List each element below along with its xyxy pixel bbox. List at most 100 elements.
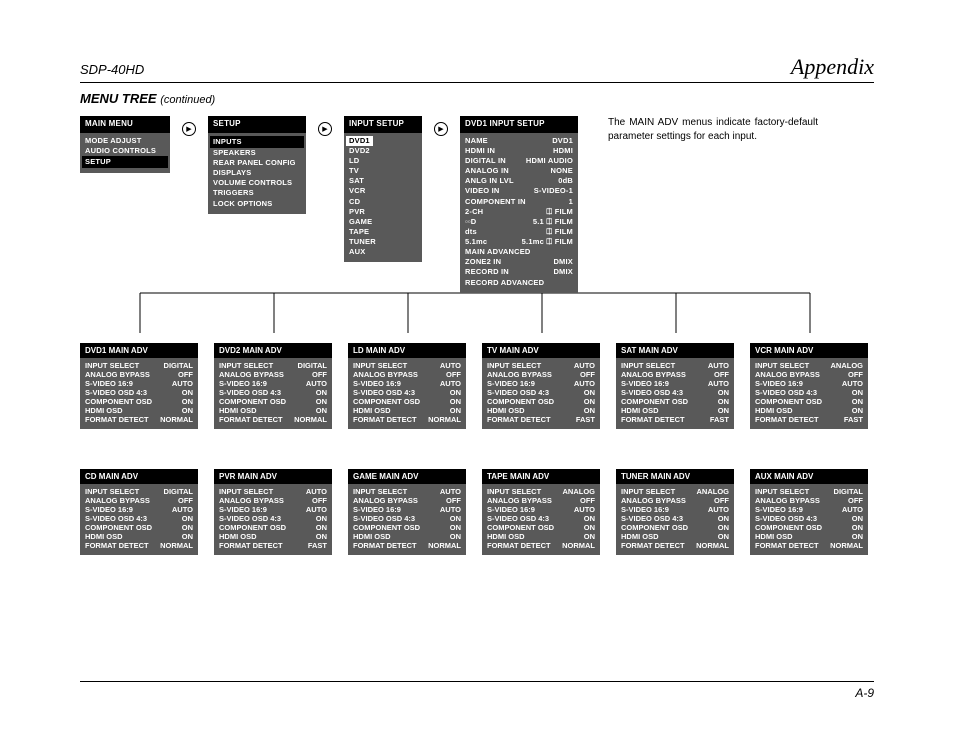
adv-value: FAST [844,415,863,424]
adv-key: S-VIDEO OSD 4:3 [755,388,817,397]
setup-row: VIDEO INS-VIDEO-1 [465,186,573,196]
adv-value: ON [852,514,863,523]
adv-value: ON [450,514,461,523]
input-setup-heading: INPUT SETUP [344,116,422,133]
adv-key: HDMI OSD [755,532,793,541]
adv-key: HDMI OSD [219,406,257,415]
menu-item: SAT [349,176,417,186]
adv-key: S-VIDEO OSD 4:3 [755,514,817,523]
page-footer: A-9 [80,681,874,700]
setup-key: ZONE2 IN [465,257,501,267]
setup-key: COMPONENT IN [465,197,526,207]
setup-key: ANLG IN LVL [465,176,514,186]
adv-key: INPUT SELECT [621,361,675,370]
adv-value: ON [852,523,863,532]
adv-key: FORMAT DETECT [755,415,819,424]
adv-key: INPUT SELECT [353,487,407,496]
adv-value: OFF [312,370,327,379]
adv-row: FORMAT DETECTFAST [219,541,327,550]
adv-value: NORMAL [428,415,461,424]
main-adv-box: TV MAIN ADVINPUT SELECTAUTOANALOG BYPASS… [482,343,600,429]
setup-value: 5.1 ⎅ FILM [533,217,573,227]
main-adv-heading: GAME MAIN ADV [348,469,466,484]
page-header: SDP-40HD Appendix [80,54,874,83]
adv-value: NORMAL [830,541,863,550]
menu-item: TV [349,166,417,176]
adv-key: ANALOG BYPASS [353,496,418,505]
adv-value: DIGITAL [298,361,327,370]
adv-value: DIGITAL [834,487,863,496]
menu-item: VOLUME CONTROLS [213,178,301,188]
main-adv-body: INPUT SELECTDIGITALANALOG BYPASSOFFS-VID… [214,358,332,429]
adv-key: S-VIDEO OSD 4:3 [85,514,147,523]
adv-row: ANALOG BYPASSOFF [621,370,729,379]
adv-key: INPUT SELECT [85,361,139,370]
adv-key: S-VIDEO OSD 4:3 [219,514,281,523]
adv-row: COMPONENT OSDON [85,397,193,406]
adv-row: HDMI OSDON [487,532,595,541]
arrow-icon [318,122,332,136]
adv-key: ANALOG BYPASS [487,496,552,505]
main-adv-box: GAME MAIN ADVINPUT SELECTAUTOANALOG BYPA… [348,469,466,555]
main-adv-box: TUNER MAIN ADVINPUT SELECTANALOGANALOG B… [616,469,734,555]
title-main: MENU TREE [80,91,157,106]
adv-row: FORMAT DETECTNORMAL [85,415,193,424]
adv-key: INPUT SELECT [219,361,273,370]
main-adv-body: INPUT SELECTANALOGANALOG BYPASSOFFS-VIDE… [482,484,600,555]
adv-key: INPUT SELECT [487,487,541,496]
adv-row: ANALOG BYPASSOFF [219,496,327,505]
setup-key: 5.1mc [465,237,487,247]
setup-key: MAIN ADVANCED [465,247,531,257]
adv-row: ANALOG BYPASSOFF [487,496,595,505]
adv-value: OFF [848,496,863,505]
setup-row: dts⎅ FILM [465,227,573,237]
main-adv-body: INPUT SELECTDIGITALANALOG BYPASSOFFS-VID… [750,484,868,555]
adv-row: FORMAT DETECTNORMAL [487,541,595,550]
adv-key: ANALOG BYPASS [85,370,150,379]
menu-item: TUNER [349,237,417,247]
adv-key: FORMAT DETECT [353,415,417,424]
adv-value: OFF [178,370,193,379]
main-adv-heading: CD MAIN ADV [80,469,198,484]
adv-value: AUTO [708,379,729,388]
adv-row: COMPONENT OSDON [755,397,863,406]
main-adv-body: INPUT SELECTDIGITALANALOG BYPASSOFFS-VID… [80,484,198,555]
adv-row: FORMAT DETECTNORMAL [621,541,729,550]
adv-key: FORMAT DETECT [621,415,685,424]
adv-key: INPUT SELECT [755,361,809,370]
main-adv-body: INPUT SELECTAUTOANALOG BYPASSOFFS-VIDEO … [348,358,466,429]
adv-key: ANALOG BYPASS [755,496,820,505]
input-setup-body: DVD1 DVD2 LD TV SAT VCR CD PVR GAME TAPE… [344,133,422,263]
adv-row: FORMAT DETECTNORMAL [755,541,863,550]
menu-item-selected: INPUTS [210,136,304,148]
setup-row: RECORD ADVANCED [465,278,573,288]
adv-row: S-VIDEO OSD 4:3ON [353,514,461,523]
adv-row: S-VIDEO OSD 4:3ON [219,388,327,397]
page-title: MENU TREE (continued) [80,91,874,106]
arrow-icon [434,122,448,136]
adv-row: FORMAT DETECT NORMAL [353,415,461,424]
main-adv-body: INPUT SELECTAUTOANALOG BYPASSOFFS-VIDEO … [482,358,600,429]
setup-row: ▫▫D5.1 ⎅ FILM [465,217,573,227]
adv-value: ON [718,388,729,397]
adv-value: AUTO [172,379,193,388]
adv-row: S-VIDEO 16:9AUTO [219,505,327,514]
adv-key: FORMAT DETECT [621,541,685,550]
adv-key: COMPONENT OSD [621,523,688,532]
menu-item: LD [349,156,417,166]
adv-key: INPUT SELECT [621,487,675,496]
setup-value: S-VIDEO-1 [534,186,573,196]
adv-key: COMPONENT OSD [487,397,554,406]
setup-value: ⎅ FILM [546,227,573,237]
adv-row: S-VIDEO OSD 4:3ON [85,514,193,523]
adv-value: AUTO [708,505,729,514]
setup-value: 0dB [558,176,573,186]
menu-item: AUX [349,247,417,257]
adv-value: ON [450,532,461,541]
adv-row: FORMAT DETECTFAST [487,415,595,424]
adv-row: S-VIDEO 16:9AUTO [487,505,595,514]
setup-value: NONE [551,166,573,176]
setup-row: ZONE2 INDMIX [465,257,573,267]
adv-row: S-VIDEO 16:9AUTO [219,379,327,388]
menu-item: DVD2 [349,146,417,156]
